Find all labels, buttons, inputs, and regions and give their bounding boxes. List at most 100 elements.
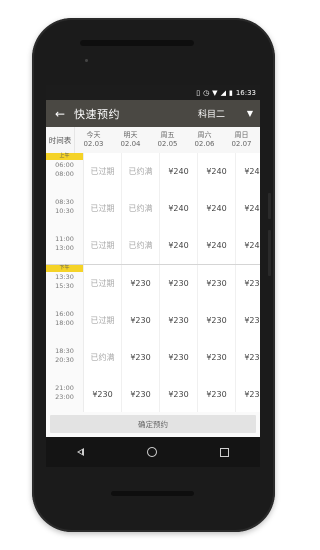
- slot-cell[interactable]: ¥230: [160, 339, 198, 376]
- day-date: 02.03: [83, 140, 104, 148]
- day-label: 周日: [234, 131, 249, 139]
- slot-cell[interactable]: ¥240: [160, 190, 198, 227]
- slot-cell: 已约满: [122, 153, 160, 190]
- time-slot: 18:30 20:30: [46, 339, 84, 376]
- time-slot: 21:00 23:00: [46, 376, 84, 413]
- dropdown-caret-icon[interactable]: ▼: [240, 109, 260, 118]
- time-slot: 下午 13:30 15:30: [46, 265, 84, 302]
- slot-cell: 已过期: [84, 153, 122, 190]
- slot-cell: 已约满: [122, 227, 160, 264]
- schedule-row: 下午 13:3015:30 已过期 ¥230 ¥230 ¥230 ¥230: [46, 265, 260, 303]
- app-bar: ← 快速预约 科目二 ▼: [46, 100, 260, 127]
- slot-cell[interactable]: ¥230: [236, 376, 260, 413]
- slot-cell[interactable]: ¥240: [160, 153, 198, 190]
- slot-cell[interactable]: ¥240: [198, 153, 236, 190]
- slot-cell[interactable]: ¥240: [160, 227, 198, 264]
- slot-start: 11:00: [55, 235, 74, 243]
- day-label: 今天: [86, 131, 101, 139]
- slot-start: 16:00: [55, 310, 74, 318]
- slot-cell: 已约满: [84, 339, 122, 376]
- back-arrow-icon[interactable]: ←: [46, 107, 74, 121]
- day-header: 今天 02.03: [75, 127, 112, 153]
- confirm-bar: 确定预约: [46, 412, 260, 437]
- slot-cell[interactable]: ¥240: [236, 190, 260, 227]
- slot-cell[interactable]: ¥240: [198, 190, 236, 227]
- slot-end: 08:00: [55, 170, 74, 178]
- period-marker-am: 上午: [46, 153, 83, 160]
- system-nav-bar: [46, 437, 260, 467]
- status-time: 16:33: [235, 88, 256, 97]
- schedule-header: 时间表 今天 02.03 明天 02.04 周五 02.05 周六 02.06 …: [46, 127, 260, 154]
- day-date: 02.05: [157, 140, 178, 148]
- time-column-header: 时间表: [46, 127, 75, 153]
- slot-cell[interactable]: ¥240: [198, 227, 236, 264]
- schedule-row: 08:3010:30 已过期 已约满 ¥240 ¥240 ¥240: [46, 190, 260, 228]
- day-label: 周六: [197, 131, 212, 139]
- slot-cell[interactable]: ¥230: [84, 376, 122, 413]
- slot-end: 13:00: [55, 244, 74, 252]
- time-slot: 16:00 18:00: [46, 302, 84, 339]
- slot-cell[interactable]: ¥230: [236, 265, 260, 302]
- status-bar: ▯ ◷ ▼ ◢ ▮ 16:33: [46, 85, 260, 100]
- slot-end: 18:00: [55, 319, 74, 327]
- confirm-booking-button[interactable]: 确定预约: [50, 415, 256, 433]
- slot-cell[interactable]: ¥240: [236, 227, 260, 264]
- slot-cell[interactable]: ¥240: [236, 153, 260, 190]
- schedule-row: 21:0023:00 ¥230 ¥230 ¥230 ¥230 ¥230: [46, 376, 260, 414]
- slot-cell[interactable]: ¥230: [122, 376, 160, 413]
- slot-cell[interactable]: ¥230: [122, 265, 160, 302]
- battery-icon: ▮: [228, 88, 233, 97]
- volume-button: [268, 230, 271, 276]
- day-label: 周五: [160, 131, 175, 139]
- bottom-speaker: [111, 491, 194, 496]
- slot-end: 23:00: [55, 393, 74, 401]
- front-camera: [85, 59, 88, 62]
- app-screen: ▯ ◷ ▼ ◢ ▮ 16:33 ← 快速预约 科目二 ▼ 时间表 今天 02.0…: [46, 85, 260, 467]
- slot-end: 10:30: [55, 207, 74, 215]
- schedule-row: 16:0018:00 已过期 ¥230 ¥230 ¥230 ¥230: [46, 302, 260, 340]
- day-date: 02.06: [194, 140, 215, 148]
- slot-start: 21:00: [55, 384, 74, 392]
- wifi-icon: ▼: [212, 88, 218, 97]
- day-header: 周日 02.07: [223, 127, 260, 153]
- signal-icon: ◢: [220, 88, 226, 97]
- slot-cell[interactable]: ¥230: [160, 265, 198, 302]
- slot-cell: 已约满: [122, 190, 160, 227]
- slot-cell[interactable]: ¥230: [198, 376, 236, 413]
- alarm-icon: ◷: [203, 88, 210, 97]
- slot-cell[interactable]: ¥230: [160, 376, 198, 413]
- slot-cell[interactable]: ¥230: [198, 302, 236, 339]
- day-date: 02.04: [120, 140, 141, 148]
- slot-cell[interactable]: ¥230: [236, 339, 260, 376]
- slot-cell[interactable]: ¥230: [198, 339, 236, 376]
- power-button: [268, 193, 271, 219]
- slot-cell[interactable]: ¥230: [122, 302, 160, 339]
- slot-start: 06:00: [55, 161, 74, 169]
- schedule-row: 11:0013:00 已过期 已约满 ¥240 ¥240 ¥240: [46, 227, 260, 265]
- subject-selector-label[interactable]: 科目二: [198, 107, 240, 120]
- day-header: 周五 02.05: [149, 127, 186, 153]
- vibrate-icon: ▯: [196, 88, 201, 97]
- nav-recents-icon[interactable]: [219, 447, 229, 457]
- day-header: 周六 02.06: [186, 127, 223, 153]
- day-date: 02.07: [231, 140, 252, 148]
- schedule-grid: 上午 06:0008:00 已过期 已约满 ¥240 ¥240 ¥240 08:…: [46, 153, 260, 414]
- nav-home-icon[interactable]: [146, 447, 157, 457]
- schedule-row: 18:3020:30 已约满 ¥230 ¥230 ¥230 ¥230: [46, 339, 260, 377]
- slot-cell[interactable]: ¥230: [160, 302, 198, 339]
- slot-start: 18:30: [55, 347, 74, 355]
- day-label: 明天: [123, 131, 138, 139]
- day-header: 明天 02.04: [112, 127, 149, 153]
- slot-start: 08:30: [55, 198, 74, 206]
- time-slot: 11:00 13:00: [46, 227, 84, 264]
- slot-cell: 已过期: [84, 265, 122, 302]
- slot-cell: 已过期: [84, 190, 122, 227]
- page-title: 快速预约: [74, 107, 120, 121]
- nav-back-icon[interactable]: [77, 448, 85, 456]
- slot-end: 20:30: [55, 356, 74, 364]
- time-slot: 08:30 10:30: [46, 190, 84, 227]
- slot-cell[interactable]: ¥230: [122, 339, 160, 376]
- slot-cell[interactable]: ¥230: [236, 302, 260, 339]
- time-slot: 上午 06:00 08:00: [46, 153, 84, 190]
- slot-cell[interactable]: ¥230: [198, 265, 236, 302]
